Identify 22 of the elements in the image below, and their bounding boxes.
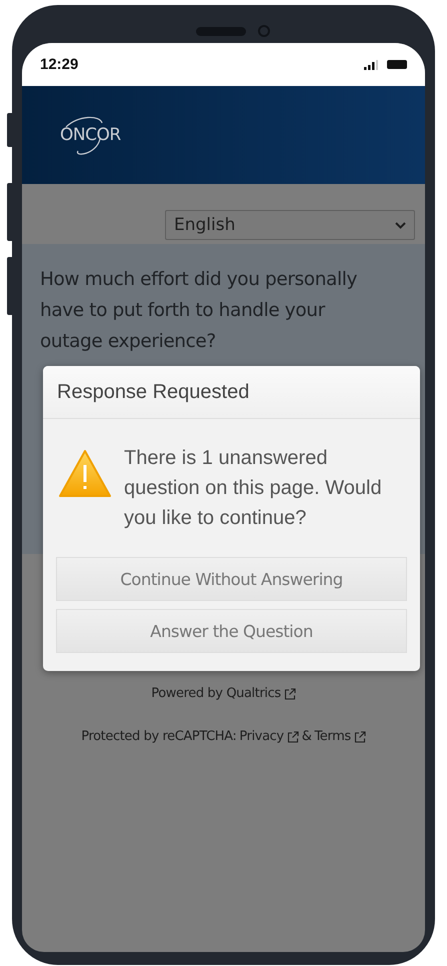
battery-icon (387, 60, 407, 69)
external-link-icon (354, 730, 366, 742)
qualtrics-link[interactable]: Powered by Qualtrics (151, 686, 281, 701)
ampersand-text: & (302, 729, 312, 744)
question-text: How much effort did you personally have to put forth to handle your outage experience? (40, 268, 358, 354)
chevron-down-icon (395, 222, 406, 228)
speaker-grille (196, 27, 246, 36)
signal-icon (364, 60, 378, 70)
status-time: 12:29 (40, 56, 78, 73)
continue-button[interactable]: Continue Without Answering (56, 557, 407, 601)
logo: ONCOR (60, 125, 121, 145)
privacy-link[interactable]: Privacy (239, 729, 284, 744)
terms-link[interactable]: Terms (314, 729, 351, 744)
external-link-icon (286, 730, 299, 742)
recaptcha-text: Protected by reCAPTCHA: (81, 729, 236, 744)
warning-icon (58, 449, 112, 499)
language-select[interactable]: English (165, 210, 415, 240)
camera-lens (258, 25, 270, 37)
dialog-title: Response Requested (57, 380, 250, 404)
external-link-icon (284, 688, 296, 700)
answer-button[interactable]: Answer the Question (56, 609, 407, 653)
dialog-message: There is 1 unanswered question on this page. Would you like to continue? (124, 446, 383, 531)
